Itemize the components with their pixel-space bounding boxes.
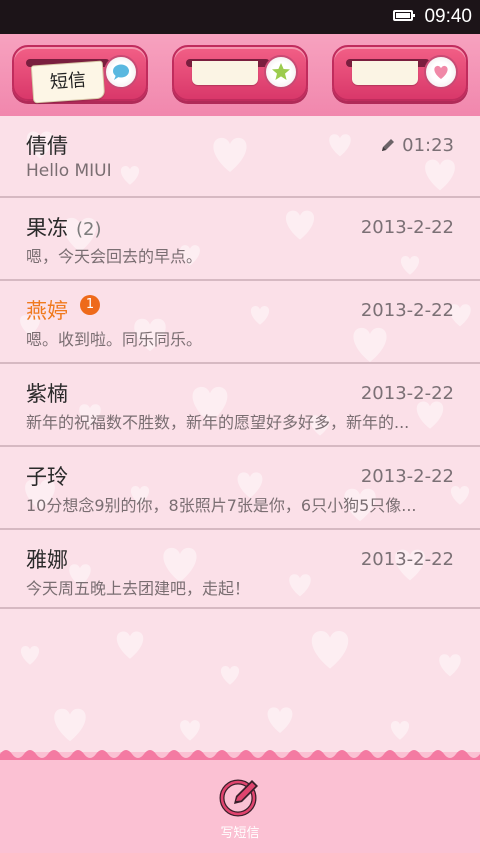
message-preview: 嗯，今天会回去的早点。: [26, 247, 203, 266]
bottom-bar: 写短信: [0, 750, 480, 853]
wave-divider: [0, 750, 480, 760]
message-date: 2013-2-22: [360, 549, 454, 570]
conversation-row[interactable]: 子玲 2013-2-22 10分想念9别的你，8张照片7张是你，6只小狗5只像.…: [0, 447, 480, 530]
contact-name: 子玲: [26, 465, 68, 489]
compose-button[interactable]: 写短信: [214, 770, 266, 841]
contact-name: 倩倩: [26, 134, 68, 158]
contact-name: 雅娜: [26, 548, 68, 572]
message-preview: 新年的祝福数不胜数，新年的愿望好多好多，新年的...: [26, 413, 410, 432]
message-count: (2): [76, 219, 102, 240]
tab-messages[interactable]: 短信: [12, 45, 148, 104]
message-preview: 嗯。收到啦。同乐同乐。: [26, 330, 203, 349]
tab-header: 短信: [0, 34, 480, 116]
conversation-row[interactable]: 紫楠 2013-2-22 新年的祝福数不胜数，新年的愿望好多好多，新年的...: [0, 364, 480, 447]
message-date: 01:23: [402, 135, 454, 156]
contact-name: 果冻 (2): [26, 212, 102, 242]
tab-private[interactable]: [332, 45, 468, 101]
contact-name: 燕婷: [26, 299, 68, 323]
pencil-circle-icon: [219, 779, 258, 817]
message-date: 2013-2-22: [360, 217, 454, 238]
speech-bubble-icon: [104, 55, 138, 89]
heart-icon: [424, 55, 458, 89]
message-preview: 10分想念9别的你，8张照片7张是你，6只小狗5只像...: [26, 496, 417, 515]
message-preview: Hello MIUI: [26, 161, 112, 181]
message-preview: 今天周五晚上去团建吧，走起！: [26, 579, 251, 598]
contact-name-text: 果冻: [26, 216, 68, 240]
message-date: 2013-2-22: [360, 466, 454, 487]
conversation-row[interactable]: 倩倩 01:23 Hello MIUI: [0, 116, 480, 198]
compose-label: 写短信: [220, 826, 260, 841]
message-date: 2013-2-22: [360, 383, 454, 404]
conversation-row[interactable]: 雅娜 2013-2-22 今天周五晚上去团建吧，走起！: [0, 530, 480, 609]
status-bar: 09:40: [0, 0, 480, 34]
conversation-row[interactable]: 燕婷 1 2013-2-22 嗯。收到啦。同乐同乐。: [0, 281, 480, 364]
unread-badge: 1: [80, 295, 100, 315]
tab-messages-label: 短信: [30, 60, 106, 104]
message-date: 2013-2-22: [360, 300, 454, 321]
star-icon: [264, 55, 298, 89]
tab-favorites[interactable]: [172, 45, 308, 101]
battery-icon: [393, 10, 415, 21]
conversation-list[interactable]: 倩倩 01:23 Hello MIUI 果冻 (2) 2013-2-22 嗯，今天…: [0, 116, 480, 756]
status-time: 09:40: [424, 6, 472, 27]
draft-pencil-icon: [382, 139, 394, 151]
conversation-row[interactable]: 果冻 (2) 2013-2-22 嗯，今天会回去的早点。: [0, 198, 480, 281]
contact-name: 紫楠: [26, 382, 68, 406]
